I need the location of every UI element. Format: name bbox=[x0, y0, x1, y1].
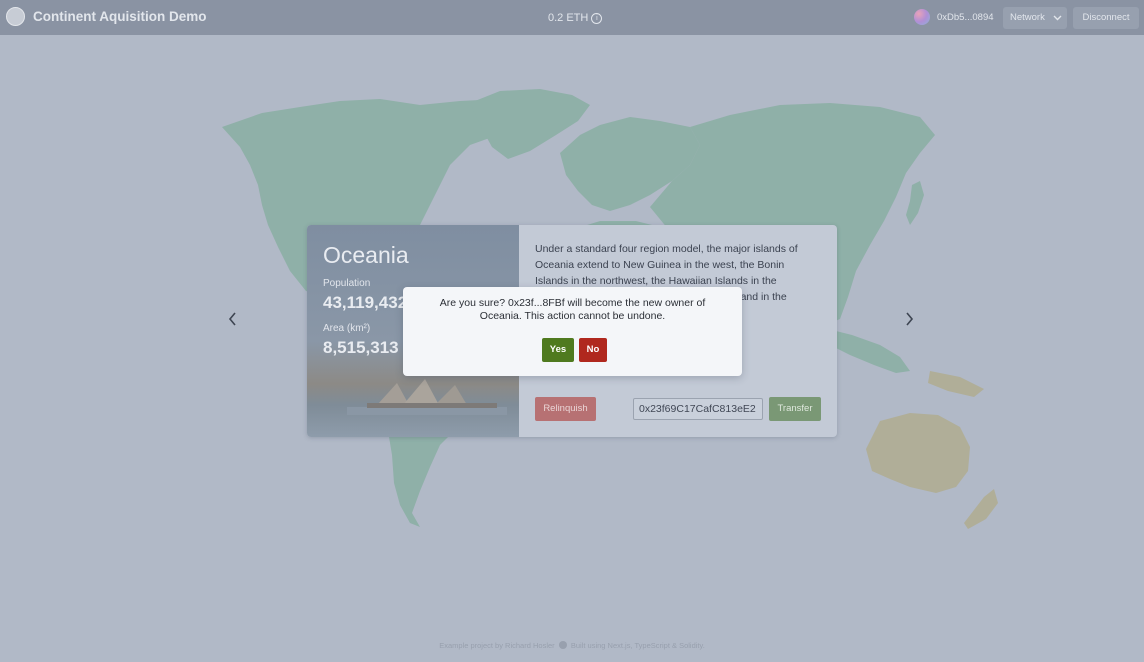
population-label: Population bbox=[323, 278, 371, 289]
network-label: Network bbox=[1010, 12, 1045, 23]
footer: Example project by Richard Hosler Built … bbox=[0, 641, 1144, 650]
github-icon[interactable] bbox=[558, 641, 567, 649]
relinquish-button[interactable]: Relinquish bbox=[535, 397, 596, 421]
top-bar: Continent Aquisition Demo 0.2 ETH i 0xDb5… bbox=[0, 0, 1144, 35]
footer-built-with: Built using Next.js, TypeScript & Solidi… bbox=[570, 641, 705, 650]
info-icon[interactable]: i bbox=[591, 13, 603, 24]
balance-value: 0.2 ETH bbox=[548, 12, 589, 24]
eth-balance: 0.2 ETH i bbox=[548, 12, 603, 24]
confirm-dialog: Are you sure? 0x23f...8FBf will become t… bbox=[403, 287, 742, 376]
continent-name: Oceania bbox=[323, 242, 409, 268]
area-label: Area (km²) bbox=[323, 323, 371, 334]
wallet-address[interactable]: 0xDb5...0894 bbox=[937, 12, 994, 23]
no-button[interactable]: No bbox=[579, 338, 607, 362]
app-title: Continent Aquisition Demo bbox=[33, 9, 207, 24]
population-value: 43,119,432 bbox=[323, 293, 408, 312]
opera-house-image bbox=[347, 379, 507, 415]
footer-credit[interactable]: Example project by Richard Hosler bbox=[439, 641, 554, 650]
chevron-down-icon bbox=[1053, 7, 1062, 37]
transfer-address-input[interactable] bbox=[633, 398, 763, 420]
transfer-button[interactable]: Transfer bbox=[769, 397, 821, 421]
new-guinea bbox=[928, 371, 984, 397]
area-value: 8,515,313 bbox=[323, 338, 399, 357]
wallet-avatar bbox=[914, 9, 930, 25]
disconnect-button[interactable]: Disconnect bbox=[1073, 7, 1139, 29]
app-logo bbox=[6, 7, 25, 26]
next-continent-button[interactable] bbox=[904, 311, 914, 332]
network-button[interactable]: Network bbox=[1003, 7, 1067, 29]
prev-continent-button[interactable] bbox=[228, 311, 238, 332]
description-text: Under a standard four region model, the … bbox=[535, 243, 798, 287]
dialog-message: Are you sure? 0x23f...8FBf will become t… bbox=[439, 297, 706, 322]
japan bbox=[906, 181, 924, 225]
continent-oceania[interactable] bbox=[866, 413, 970, 493]
yes-button[interactable]: Yes bbox=[542, 338, 574, 362]
new-zealand bbox=[964, 489, 998, 529]
